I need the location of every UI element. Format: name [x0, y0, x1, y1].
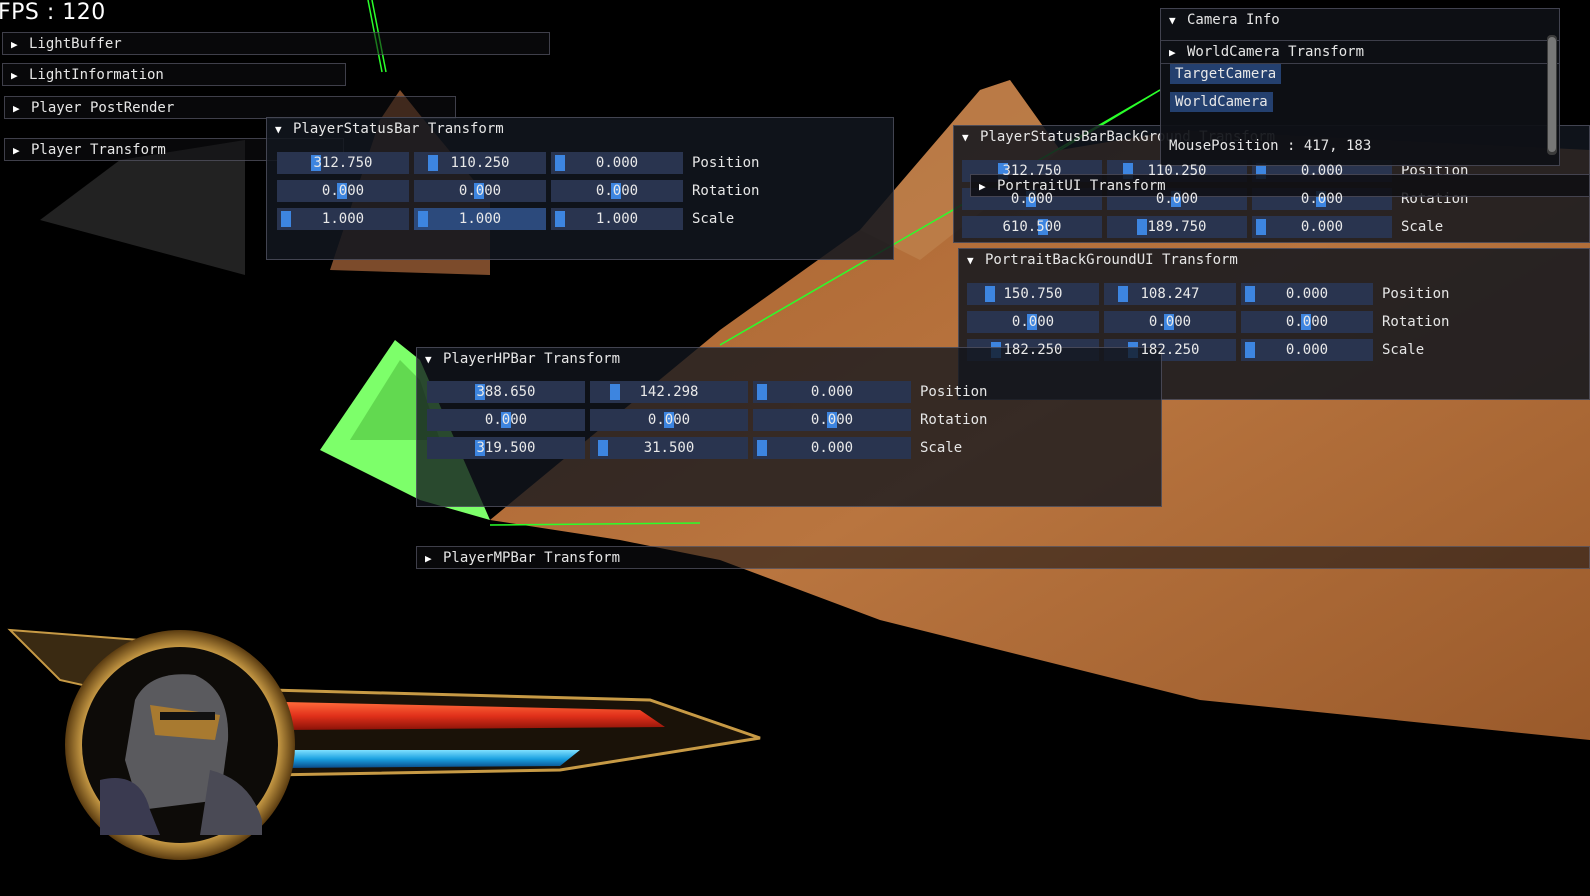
triangle-down-icon: ▼ [1169, 13, 1176, 27]
triangle-down-icon: ▼ [967, 253, 974, 267]
scrollbar[interactable] [1547, 35, 1557, 155]
position-row: 312.750 110.250 0.000 Position [277, 152, 759, 174]
panel-title: Player PostRender [31, 100, 175, 116]
panel-player-hp-bar[interactable]: ▼ PlayerHPBar Transform 388.650 142.298 … [416, 347, 1162, 507]
triangle-right-icon: ▶ [13, 101, 20, 115]
rotation-z-field[interactable]: 0.000 [753, 409, 911, 431]
scale-label: Scale [692, 211, 735, 227]
mp-bar-fill [285, 750, 580, 768]
panel-title: PortraitBackGroundUI Transform [985, 252, 1238, 268]
fps-counter: FPS : 120 [0, 0, 106, 25]
position-row: 388.650 142.298 0.000 Position [427, 381, 987, 403]
triangle-right-icon: ▶ [13, 143, 20, 157]
position-z-field[interactable]: 0.000 [753, 381, 911, 403]
triangle-down-icon: ▼ [275, 122, 282, 136]
rotation-y-field[interactable]: 0.000 [414, 180, 546, 202]
position-y-field[interactable]: 110.250 [414, 152, 546, 174]
rotation-row: 0.000 0.000 0.000 Rotation [277, 180, 759, 202]
triangle-right-icon: ▶ [979, 179, 986, 193]
rotation-label: Rotation [1382, 314, 1450, 330]
panel-title: PlayerStatusBar Transform [293, 121, 504, 137]
rotation-z-field[interactable]: 0.000 [1241, 311, 1373, 333]
scale-z-field[interactable]: 0.000 [753, 437, 911, 459]
rotation-y-field[interactable]: 0.000 [590, 409, 748, 431]
triangle-right-icon: ▶ [1169, 45, 1176, 59]
scale-z-field[interactable]: 0.000 [1241, 339, 1373, 361]
panel-title: LightBuffer [29, 36, 122, 52]
position-y-field[interactable]: 108.247 [1104, 283, 1236, 305]
scale-x-field[interactable]: 1.000 [277, 208, 409, 230]
rotation-label: Rotation [920, 412, 988, 428]
position-label: Position [1382, 286, 1450, 302]
position-row: 150.750 108.247 0.000 Position [967, 283, 1449, 305]
triangle-right-icon: ▶ [11, 68, 18, 82]
position-label: Position [692, 155, 760, 171]
position-z-field[interactable]: 0.000 [551, 152, 683, 174]
mouse-position-readout: MousePosition : 417, 183 [1169, 138, 1372, 154]
panel-header[interactable]: ▶ LightBuffer [3, 33, 549, 55]
scale-z-field[interactable]: 1.000 [551, 208, 683, 230]
world-camera-transform-header[interactable]: ▶ WorldCamera Transform [1161, 40, 1559, 64]
scrollbar-thumb[interactable] [1548, 37, 1556, 152]
panel-portrait-ui[interactable]: ▶ PortraitUI Transform [970, 174, 1590, 197]
panel-light-buffer[interactable]: ▶ LightBuffer [2, 32, 550, 55]
rotation-x-field[interactable]: 0.000 [277, 180, 409, 202]
triangle-right-icon: ▶ [425, 551, 432, 565]
scale-y-field[interactable]: 31.500 [590, 437, 748, 459]
scale-label: Scale [1382, 342, 1425, 358]
rotation-row: 0.000 0.000 0.000 Rotation [427, 409, 987, 431]
rotation-y-field[interactable]: 0.000 [1104, 311, 1236, 333]
panel-title: PlayerMPBar Transform [443, 550, 621, 566]
panel-header[interactable]: ▶ Player PostRender [5, 97, 455, 119]
panel-header[interactable]: ▼ PlayerStatusBar Transform [267, 118, 893, 140]
rotation-label: Rotation [692, 183, 760, 199]
position-y-field[interactable]: 142.298 [590, 381, 748, 403]
target-camera-button[interactable]: TargetCamera [1170, 64, 1282, 84]
position-x-field[interactable]: 150.750 [967, 283, 1099, 305]
scale-y-field[interactable]: 1.000 [414, 208, 546, 230]
rotation-x-field[interactable]: 0.000 [427, 409, 585, 431]
header-label: WorldCamera Transform [1187, 44, 1365, 60]
panel-camera-info[interactable]: ▼ Camera Info ▶ WorldCamera Transform Ta… [1160, 8, 1560, 166]
panel-header[interactable]: ▶ LightInformation [3, 64, 345, 86]
panel-header[interactable]: ▶ PortraitUI Transform [971, 175, 1589, 197]
panel-title: LightInformation [29, 67, 164, 83]
position-z-field[interactable]: 0.000 [1241, 283, 1373, 305]
triangle-down-icon: ▼ [425, 352, 432, 366]
panel-title: Player Transform [31, 142, 166, 158]
scale-x-field[interactable]: 319.500 [427, 437, 585, 459]
scale-row: 1.000 1.000 1.000 Scale [277, 208, 734, 230]
panel-header[interactable]: ▼ Camera Info [1161, 9, 1559, 31]
position-label: Position [920, 384, 988, 400]
world-camera-button[interactable]: WorldCamera [1170, 92, 1273, 112]
position-x-field[interactable]: 388.650 [427, 381, 585, 403]
scale-row: 182.250 182.250 0.000 Scale [967, 339, 1424, 361]
rotation-row: 0.000 0.000 0.000 Rotation [967, 311, 1449, 333]
panel-player-post-render[interactable]: ▶ Player PostRender [4, 96, 456, 119]
position-x-field[interactable]: 312.750 [277, 152, 409, 174]
panel-header[interactable]: ▶ PlayerMPBar Transform [417, 547, 1589, 569]
scale-label: Scale [1401, 219, 1444, 235]
triangle-down-icon: ▼ [962, 130, 969, 144]
triangle-right-icon: ▶ [11, 37, 18, 51]
scale-z-field[interactable]: 0.000 [1252, 216, 1392, 238]
scale-row: 610.500 189.750 0.000 Scale [962, 216, 1443, 238]
scale-label: Scale [920, 440, 963, 456]
panel-title: Camera Info [1187, 12, 1280, 28]
scale-row: 319.500 31.500 0.000 Scale [427, 437, 962, 459]
scale-x-field[interactable]: 610.500 [962, 216, 1102, 238]
panel-player-mp-bar[interactable]: ▶ PlayerMPBar Transform [416, 546, 1590, 569]
panel-player-status-bar[interactable]: ▼ PlayerStatusBar Transform 312.750 110.… [266, 117, 894, 260]
panel-header[interactable]: ▼ PortraitBackGroundUI Transform [959, 249, 1589, 271]
panel-light-information[interactable]: ▶ LightInformation [2, 63, 346, 86]
panel-title: PlayerHPBar Transform [443, 351, 621, 367]
scale-y-field[interactable]: 189.750 [1107, 216, 1247, 238]
player-status-hud [7, 628, 761, 860]
rotation-z-field[interactable]: 0.000 [551, 180, 683, 202]
rotation-x-field[interactable]: 0.000 [967, 311, 1099, 333]
